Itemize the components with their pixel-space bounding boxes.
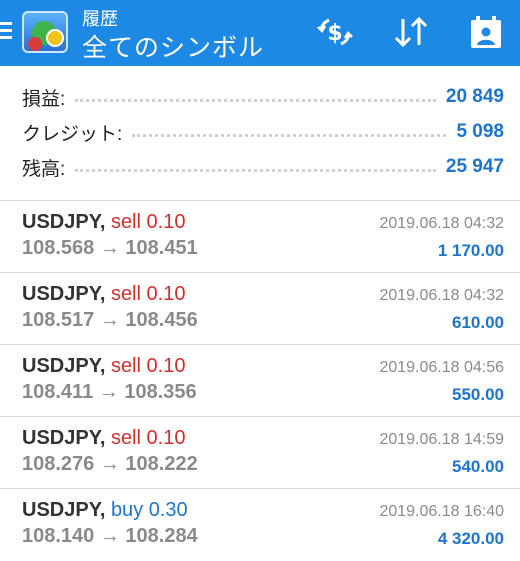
summary-value: 20 849 [445, 86, 504, 107]
trade-price-line: 108.568 → 108.451 [22, 237, 198, 259]
trade-close-price: 108.456 [125, 309, 198, 331]
trade-open-price: 108.517 [22, 309, 95, 331]
trade-row[interactable]: USDJPY, sell 0.10 108.276 → 108.222 2019… [0, 417, 520, 489]
summary-label: 残高: [22, 158, 66, 180]
trade-volume: 0.10 [146, 211, 186, 233]
trade-close-price: 108.284 [125, 525, 198, 547]
summary-value: 5 098 [456, 121, 504, 142]
trade-row[interactable]: USDJPY, sell 0.10 108.411 → 108.356 2019… [0, 345, 520, 417]
trade-symbol-line: USDJPY, sell 0.10 [22, 283, 185, 306]
app-logo-icon[interactable] [22, 11, 68, 53]
trade-row[interactable]: USDJPY, sell 0.10 108.517 → 108.456 2019… [0, 273, 520, 345]
trade-row[interactable]: USDJPY, sell 0.10 108.568 → 108.451 2019… [0, 201, 520, 273]
trade-symbol: USDJPY, [22, 283, 106, 305]
svg-text:$: $ [327, 21, 342, 46]
trade-profit: 1 170.00 [437, 241, 504, 260]
account-summary: 損益: 20 849 クレジット: 5 098 残高: 25 947 [0, 66, 520, 200]
page-title[interactable]: 全てのシンボル [82, 28, 264, 64]
trade-volume: 0.30 [148, 499, 188, 521]
trade-side: sell [110, 211, 141, 233]
menu-icon[interactable] [0, 22, 14, 42]
trade-profit: 540.00 [452, 457, 504, 476]
trade-side: sell [110, 355, 141, 377]
app-header: 履歴 全てのシンボル $ [0, 0, 520, 66]
trade-close-price: 108.356 [124, 381, 197, 403]
dotted-leader [75, 168, 436, 172]
trade-close-price: 108.451 [125, 237, 198, 259]
trade-symbol-line: USDJPY, sell 0.10 [22, 355, 185, 378]
trade-open-price: 108.568 [22, 237, 95, 259]
trade-symbol-line: USDJPY, sell 0.10 [22, 211, 185, 234]
trade-time: 2019.06.18 16:40 [379, 503, 504, 520]
trade-price-line: 108.517 → 108.456 [22, 309, 198, 331]
summary-row-profit: 損益: 20 849 [22, 82, 504, 112]
calendar-person-icon[interactable] [468, 14, 504, 50]
trade-price-line: 108.411 → 108.356 [22, 381, 197, 403]
dotted-leader [132, 133, 447, 137]
trade-profit: 4 320.00 [437, 529, 504, 548]
trade-row[interactable]: USDJPY, buy 0.30 108.140 → 108.284 2019.… [0, 489, 520, 561]
trade-time: 2019.06.18 04:56 [379, 359, 504, 376]
trade-time: 2019.06.18 04:32 [379, 287, 504, 304]
trade-price-line: 108.140 → 108.284 [22, 525, 198, 547]
currency-exchange-icon[interactable]: $ [315, 14, 355, 50]
summary-row-balance: 残高: 25 947 [22, 152, 504, 182]
trade-symbol: USDJPY, [22, 355, 106, 377]
trade-symbol: USDJPY, [22, 427, 106, 449]
trade-time: 2019.06.18 04:32 [379, 215, 504, 232]
trade-close-price: 108.222 [125, 453, 198, 475]
sort-icon[interactable] [390, 14, 432, 50]
trade-symbol-line: USDJPY, buy 0.30 [22, 499, 188, 522]
trade-open-price: 108.276 [22, 453, 95, 475]
trade-open-price: 108.411 [22, 381, 94, 403]
summary-label: クレジット: [22, 123, 123, 145]
trade-open-price: 108.140 [22, 525, 95, 547]
summary-label: 損益: [22, 88, 66, 110]
summary-row-credit: クレジット: 5 098 [22, 117, 504, 147]
trade-side: sell [110, 283, 141, 305]
trade-symbol-line: USDJPY, sell 0.10 [22, 427, 185, 450]
trade-symbol: USDJPY, [22, 211, 106, 233]
dotted-leader [75, 98, 436, 102]
trade-volume: 0.10 [146, 283, 186, 305]
trade-price-line: 108.276 → 108.222 [22, 453, 198, 475]
trade-side: buy [110, 499, 144, 521]
trade-volume: 0.10 [146, 355, 186, 377]
trade-profit: 550.00 [452, 385, 504, 404]
trade-symbol: USDJPY, [22, 499, 106, 521]
summary-value: 25 947 [445, 156, 504, 177]
trade-time: 2019.06.18 14:59 [379, 431, 504, 448]
trade-side: sell [110, 427, 141, 449]
trade-volume: 0.10 [146, 427, 186, 449]
trade-profit: 610.00 [452, 313, 504, 332]
